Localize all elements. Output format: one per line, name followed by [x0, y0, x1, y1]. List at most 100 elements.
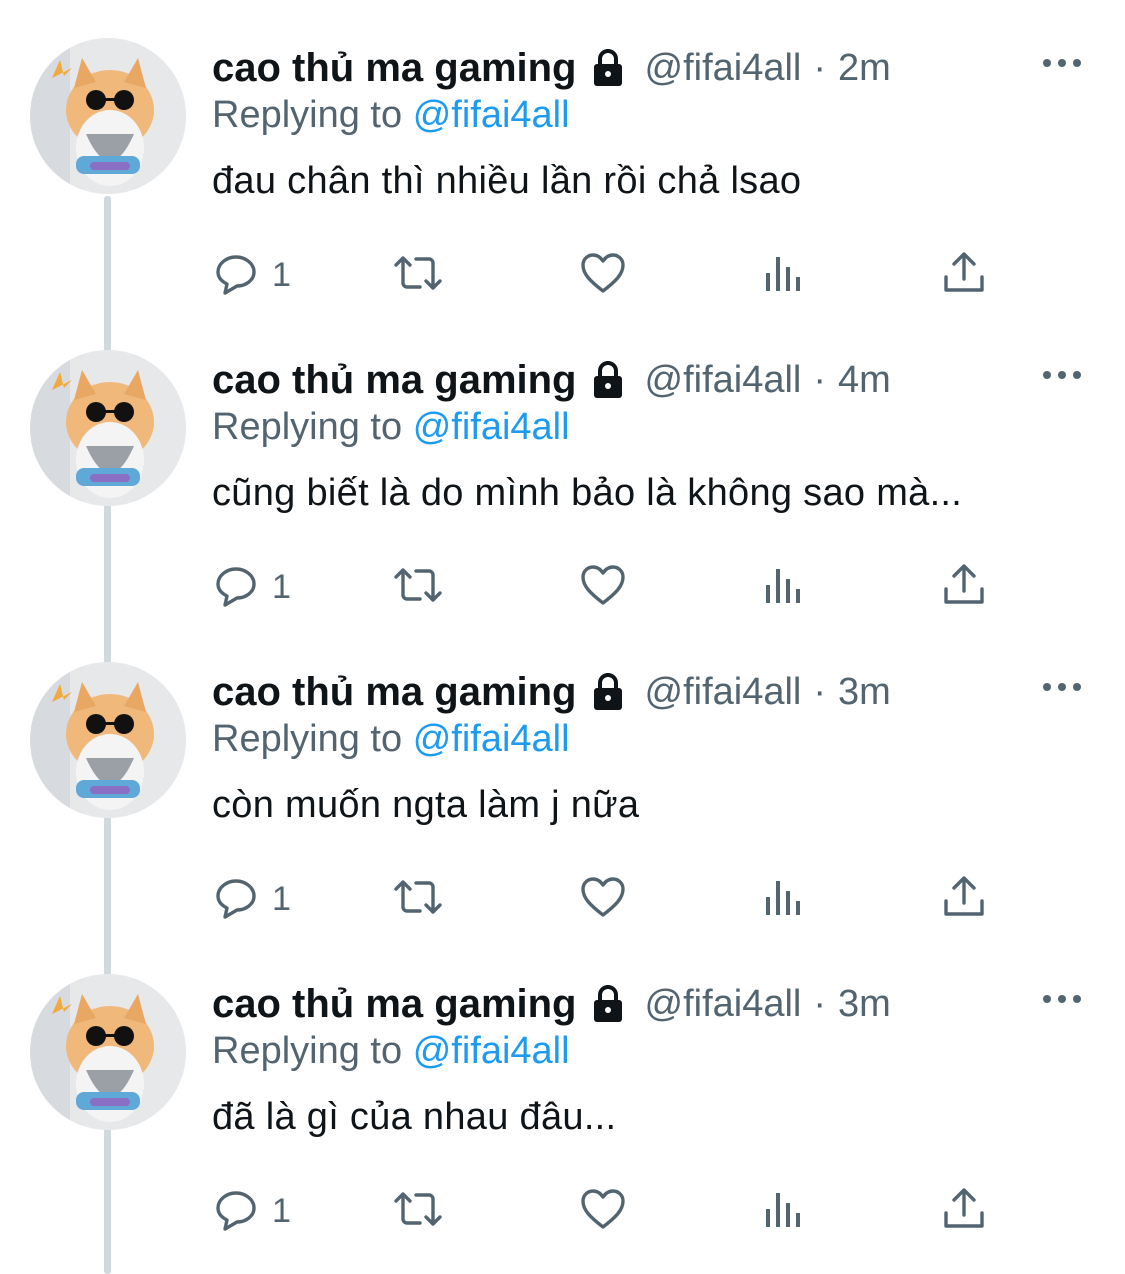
replying-mention-link[interactable]: @fifai4all: [413, 1030, 570, 1072]
timestamp[interactable]: 4m: [838, 359, 891, 402]
tweet-header: cao thủ ma gaming @fifai4all · 4m: [212, 354, 891, 406]
share-button[interactable]: [940, 560, 988, 614]
views-icon: [762, 873, 806, 926]
more-icon[interactable]: [1040, 48, 1084, 78]
replying-to: Replying to @fifai4all: [212, 1030, 570, 1073]
heart-icon: [578, 1185, 628, 1238]
tweet[interactable]: cao thủ ma gaming @fifai4all · 2m Replyi…: [0, 0, 1125, 312]
reply-count: 1: [272, 567, 291, 606]
replying-to: Replying to @fifai4all: [212, 718, 570, 761]
views-button[interactable]: [762, 248, 806, 302]
tweet[interactable]: cao thủ ma gaming @fifai4all · 3m Replyi…: [0, 624, 1125, 936]
reply-button[interactable]: 1: [212, 248, 291, 302]
tweet-actions: 1: [212, 248, 1002, 302]
avatar-image: [30, 350, 186, 506]
tweet-actions: 1: [212, 1184, 1002, 1238]
views-button[interactable]: [762, 1184, 806, 1238]
share-button[interactable]: [940, 248, 988, 302]
views-icon: [762, 561, 806, 614]
author-name[interactable]: cao thủ ma gaming: [212, 670, 577, 715]
views-icon: [762, 1185, 806, 1238]
more-icon[interactable]: [1040, 672, 1084, 702]
retweet-button[interactable]: [388, 248, 448, 302]
tweet-actions: 1: [212, 560, 1002, 614]
like-button[interactable]: [578, 248, 628, 302]
timestamp[interactable]: 3m: [838, 983, 891, 1026]
author-handle[interactable]: @fifai4all: [645, 47, 802, 90]
share-icon: [940, 249, 988, 302]
more-icon[interactable]: [1040, 360, 1084, 390]
avatar[interactable]: [30, 974, 186, 1130]
retweet-icon: [388, 249, 448, 302]
views-icon: [762, 249, 806, 302]
reply-count: 1: [272, 255, 291, 294]
like-button[interactable]: [578, 560, 628, 614]
lock-icon: [587, 47, 629, 89]
tweet-header: cao thủ ma gaming @fifai4all · 2m: [212, 42, 891, 94]
like-button[interactable]: [578, 1184, 628, 1238]
lock-icon: [587, 983, 629, 1025]
retweet-button[interactable]: [388, 872, 448, 926]
avatar[interactable]: [30, 38, 186, 194]
tweet-text: cũng biết là do mình bảo là không sao mà…: [212, 472, 963, 514]
separator-dot: ·: [813, 982, 827, 1025]
reply-thread: cao thủ ma gaming @fifai4all · 4m Replyi…: [0, 0, 1125, 1274]
heart-icon: [578, 249, 628, 302]
lock-icon: [587, 671, 629, 713]
author-handle[interactable]: @fifai4all: [645, 671, 802, 714]
share-button[interactable]: [940, 872, 988, 926]
reply-count: 1: [272, 1191, 291, 1230]
tweet-header: cao thủ ma gaming @fifai4all · 3m: [212, 978, 891, 1030]
replying-prefix: Replying to: [212, 406, 403, 448]
reply-button[interactable]: 1: [212, 560, 291, 614]
replying-prefix: Replying to: [212, 718, 403, 760]
share-button[interactable]: [940, 1184, 988, 1238]
avatar[interactable]: [30, 350, 186, 506]
replying-mention-link[interactable]: @fifai4all: [413, 406, 570, 448]
share-icon: [940, 1185, 988, 1238]
tweet[interactable]: cao thủ ma gaming @fifai4all · 4m Replyi…: [0, 312, 1125, 624]
timestamp[interactable]: 2m: [838, 47, 891, 90]
tweet-text: còn muốn ngta làm j nữa: [212, 784, 640, 826]
avatar-image: [30, 974, 186, 1130]
tweet-text: đã là gì của nhau đâu...: [212, 1096, 617, 1138]
author-name[interactable]: cao thủ ma gaming: [212, 358, 577, 403]
like-button[interactable]: [578, 872, 628, 926]
views-button[interactable]: [762, 872, 806, 926]
more-icon[interactable]: [1040, 984, 1084, 1014]
tweet-actions: 1: [212, 872, 1002, 926]
avatar[interactable]: [30, 662, 186, 818]
reply-icon: [212, 249, 260, 302]
replying-mention-link[interactable]: @fifai4all: [413, 94, 570, 136]
reply-button[interactable]: 1: [212, 1184, 291, 1238]
author-handle[interactable]: @fifai4all: [645, 359, 802, 402]
avatar-image: [30, 38, 186, 194]
tweet-header: cao thủ ma gaming @fifai4all · 3m: [212, 666, 891, 718]
author-name[interactable]: cao thủ ma gaming: [212, 982, 577, 1027]
tweet-text: đau chân thì nhiều lần rồi chả lsao: [212, 160, 802, 202]
reply-button[interactable]: 1: [212, 872, 291, 926]
retweet-button[interactable]: [388, 1184, 448, 1238]
retweet-icon: [388, 1185, 448, 1238]
timestamp[interactable]: 3m: [838, 671, 891, 714]
reply-icon: [212, 873, 260, 926]
share-icon: [940, 561, 988, 614]
views-button[interactable]: [762, 560, 806, 614]
avatar-image: [30, 662, 186, 818]
replying-to: Replying to @fifai4all: [212, 406, 570, 449]
heart-icon: [578, 561, 628, 614]
retweet-icon: [388, 873, 448, 926]
lock-icon: [587, 359, 629, 401]
replying-mention-link[interactable]: @fifai4all: [413, 718, 570, 760]
author-name[interactable]: cao thủ ma gaming: [212, 46, 577, 91]
replying-prefix: Replying to: [212, 94, 403, 136]
tweet[interactable]: cao thủ ma gaming @fifai4all · 3m Replyi…: [0, 936, 1125, 1248]
replying-to: Replying to @fifai4all: [212, 94, 570, 137]
reply-icon: [212, 561, 260, 614]
separator-dot: ·: [813, 358, 827, 401]
author-handle[interactable]: @fifai4all: [645, 983, 802, 1026]
separator-dot: ·: [813, 46, 827, 89]
separator-dot: ·: [813, 670, 827, 713]
retweet-button[interactable]: [388, 560, 448, 614]
share-icon: [940, 873, 988, 926]
